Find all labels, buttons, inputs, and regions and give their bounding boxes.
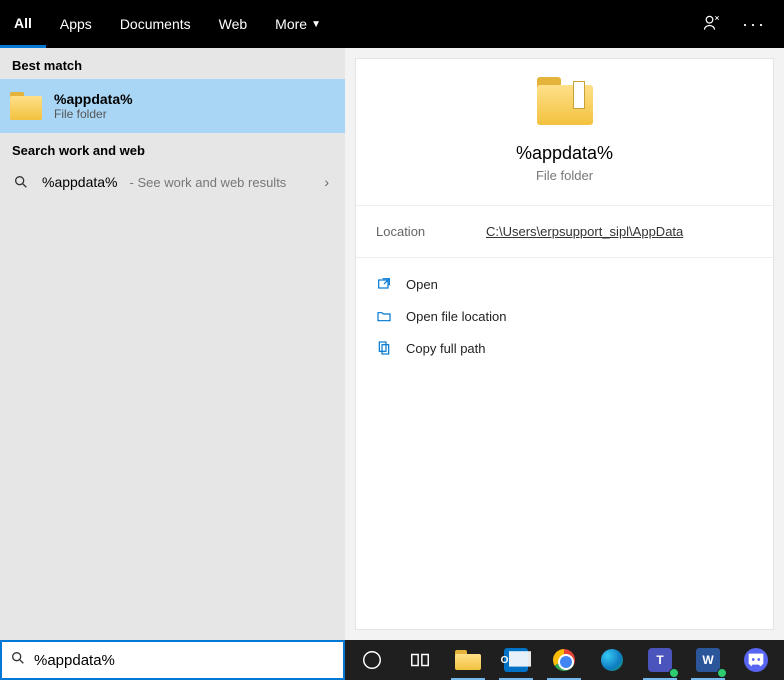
taskbar-teams[interactable]: T bbox=[639, 644, 681, 676]
status-badge-icon bbox=[717, 668, 727, 678]
search-icon bbox=[10, 650, 26, 671]
search-tabs-bar: All Apps Documents Web More ▼ ··· bbox=[0, 0, 784, 48]
tab-documents-label: Documents bbox=[120, 16, 191, 32]
search-box[interactable] bbox=[0, 640, 345, 680]
tab-apps-label: Apps bbox=[60, 16, 92, 32]
copy-icon bbox=[376, 340, 392, 356]
tab-web-label: Web bbox=[219, 16, 248, 32]
web-result-title: %appdata% bbox=[42, 174, 118, 190]
result-subtitle: File folder bbox=[54, 107, 133, 121]
action-open[interactable]: Open bbox=[376, 268, 753, 300]
taskbar-discord[interactable] bbox=[735, 644, 777, 676]
edge-icon bbox=[601, 649, 623, 671]
folder-icon-large bbox=[537, 77, 593, 125]
feedback-icon[interactable] bbox=[702, 13, 722, 36]
file-explorer-icon bbox=[455, 650, 481, 670]
taskbar-edge[interactable] bbox=[591, 644, 633, 676]
more-options-icon[interactable]: ··· bbox=[742, 14, 766, 35]
work-web-header: Search work and web bbox=[0, 133, 345, 164]
location-label: Location bbox=[376, 224, 486, 239]
tab-all-label: All bbox=[14, 15, 32, 31]
web-result-subtitle: - See work and web results bbox=[130, 175, 287, 190]
action-copy-path[interactable]: Copy full path bbox=[376, 332, 753, 364]
best-match-header: Best match bbox=[0, 48, 345, 79]
taskbar-cortana[interactable] bbox=[351, 644, 393, 676]
folder-open-icon bbox=[376, 308, 392, 324]
location-path-link[interactable]: C:\Users\erpsupport_sipl\AppData bbox=[486, 224, 683, 239]
tab-apps[interactable]: Apps bbox=[46, 0, 106, 48]
taskbar-file-explorer[interactable] bbox=[447, 644, 489, 676]
outlook-icon: O bbox=[504, 648, 528, 672]
location-row: Location C:\Users\erpsupport_sipl\AppDat… bbox=[356, 206, 773, 258]
preview-card: %appdata% File folder Location C:\Users\… bbox=[355, 58, 774, 630]
result-web-search[interactable]: %appdata% - See work and web results › bbox=[0, 164, 345, 200]
word-icon: W bbox=[696, 648, 720, 672]
status-badge-icon bbox=[669, 668, 679, 678]
tab-more[interactable]: More ▼ bbox=[261, 0, 335, 48]
folder-icon bbox=[10, 92, 42, 120]
search-input[interactable] bbox=[34, 652, 335, 669]
action-open-location[interactable]: Open file location bbox=[376, 300, 753, 332]
chevron-right-icon: › bbox=[324, 174, 329, 190]
taskbar-task-view[interactable] bbox=[399, 644, 441, 676]
taskbar: O T W bbox=[345, 640, 784, 680]
taskbar-outlook[interactable]: O bbox=[495, 644, 537, 676]
discord-icon bbox=[744, 648, 768, 672]
teams-icon: T bbox=[648, 648, 672, 672]
action-copy-path-label: Copy full path bbox=[406, 341, 486, 356]
chrome-icon bbox=[553, 649, 575, 671]
result-best-match[interactable]: %appdata% File folder bbox=[0, 79, 345, 133]
action-open-location-label: Open file location bbox=[406, 309, 506, 324]
tab-more-label: More bbox=[275, 16, 307, 32]
search-icon bbox=[12, 174, 30, 190]
cortana-icon bbox=[361, 649, 383, 671]
windows-search-panel: All Apps Documents Web More ▼ ··· Best ma… bbox=[0, 0, 784, 640]
search-results-column: Best match %appdata% File folder Search … bbox=[0, 48, 345, 640]
taskbar-chrome[interactable] bbox=[543, 644, 585, 676]
action-open-label: Open bbox=[406, 277, 438, 292]
preview-title: %appdata% bbox=[516, 143, 613, 164]
tab-web[interactable]: Web bbox=[205, 0, 262, 48]
task-view-icon bbox=[409, 649, 431, 671]
preview-subtitle: File folder bbox=[536, 168, 593, 183]
tab-all[interactable]: All bbox=[0, 0, 46, 48]
open-icon bbox=[376, 276, 392, 292]
tab-documents[interactable]: Documents bbox=[106, 0, 205, 48]
chevron-down-icon: ▼ bbox=[311, 19, 321, 30]
result-title: %appdata% bbox=[54, 91, 133, 107]
taskbar-word[interactable]: W bbox=[687, 644, 729, 676]
